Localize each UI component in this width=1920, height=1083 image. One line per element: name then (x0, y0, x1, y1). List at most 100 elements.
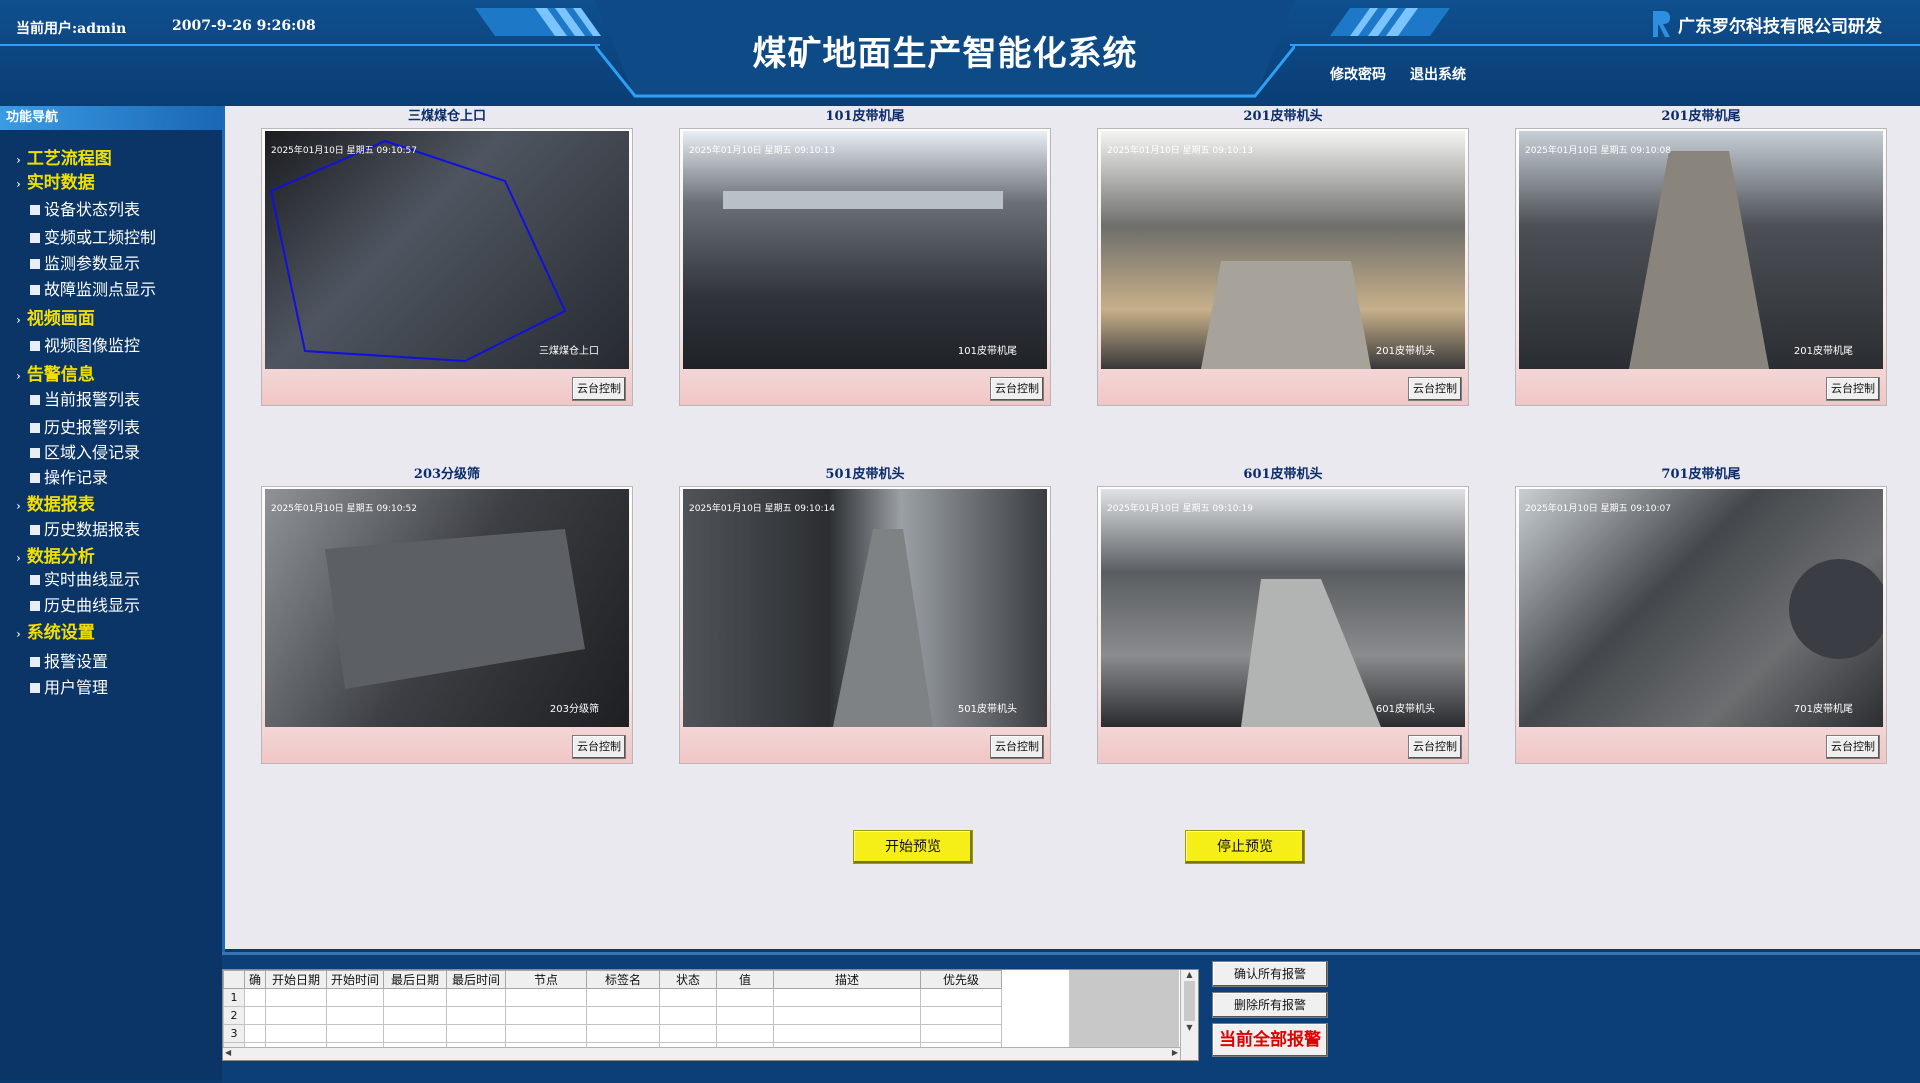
ptz-control-button[interactable]: 云台控制 (572, 377, 626, 401)
table-row[interactable]: 2 (223, 1006, 1002, 1025)
change-password-link[interactable]: 修改密码 (1330, 64, 1386, 84)
sidebar-item-1[interactable]: › 实时数据 (16, 168, 95, 193)
table-cell[interactable] (716, 1006, 774, 1025)
logout-link[interactable]: 退出系统 (1410, 64, 1466, 84)
sidebar-item-10[interactable]: 历史报警列表 (30, 414, 140, 438)
column-header[interactable]: 确 (244, 970, 266, 989)
sidebar-item-20[interactable]: 用户管理 (30, 674, 108, 698)
column-header[interactable]: 标签名 (586, 970, 660, 989)
table-cell[interactable] (244, 988, 266, 1007)
table-cell[interactable] (773, 1006, 921, 1025)
table-cell[interactable] (383, 1006, 447, 1025)
table-cell[interactable] (244, 1024, 266, 1043)
sidebar-item-2[interactable]: 设备状态列表 (30, 196, 140, 220)
start-preview-button[interactable]: 开始预览 (853, 830, 973, 864)
table-cell[interactable] (716, 1024, 774, 1043)
table-cell[interactable] (586, 1024, 660, 1043)
table-cell[interactable] (659, 1006, 717, 1025)
sidebar-item-9[interactable]: 当前报警列表 (30, 386, 140, 410)
table-cell[interactable] (326, 1006, 384, 1025)
sidebar-item-6[interactable]: › 视频画面 (16, 304, 95, 329)
scroll-left-arrow-icon[interactable]: ◀ (225, 1048, 231, 1057)
camera-video-feed[interactable]: 2025年01月10日 星期五 09:10:13 101皮带机尾 (683, 131, 1047, 369)
table-cell[interactable] (920, 1006, 1002, 1025)
sidebar-item-14[interactable]: 历史数据报表 (30, 516, 140, 540)
table-cell[interactable] (326, 988, 384, 1007)
current-all-alarms-button[interactable]: 当前全部报警 (1212, 1023, 1328, 1057)
sidebar-item-11[interactable]: 区域入侵记录 (30, 439, 140, 463)
ptz-control-button[interactable]: 云台控制 (1826, 735, 1880, 759)
alarm-table-horizontal-scrollbar[interactable]: ◀ ▶ (223, 1047, 1180, 1060)
table-cell[interactable] (244, 1006, 266, 1025)
sidebar-item-15[interactable]: › 数据分析 (16, 542, 95, 567)
camera-video-feed[interactable]: 2025年01月10日 星期五 09:10:13 201皮带机头 (1101, 131, 1465, 369)
column-header[interactable]: 描述 (773, 970, 921, 989)
ptz-control-button[interactable]: 云台控制 (572, 735, 626, 759)
table-cell[interactable] (505, 988, 587, 1007)
sidebar-item-8[interactable]: › 告警信息 (16, 360, 95, 385)
table-cell[interactable] (586, 988, 660, 1007)
camera-video-feed[interactable]: 2025年01月10日 星期五 09:10:08 201皮带机尾 (1519, 131, 1883, 369)
table-row[interactable]: 3 (223, 1024, 1002, 1043)
table-cell[interactable] (505, 1024, 587, 1043)
table-cell[interactable] (265, 988, 327, 1007)
sidebar-item-label: 数据分析 (26, 547, 95, 567)
table-cell[interactable] (773, 988, 921, 1007)
ptz-control-button[interactable]: 云台控制 (1408, 377, 1462, 401)
column-header[interactable]: 开始日期 (265, 970, 327, 989)
sidebar-item-13[interactable]: › 数据报表 (16, 490, 95, 515)
scroll-up-arrow-icon[interactable]: ▲ (1181, 970, 1198, 979)
scroll-down-arrow-icon[interactable]: ▼ (1181, 1023, 1198, 1032)
column-header[interactable]: 节点 (505, 970, 587, 989)
table-cell[interactable] (383, 1024, 447, 1043)
table-cell[interactable] (383, 988, 447, 1007)
sidebar-item-17[interactable]: 历史曲线显示 (30, 592, 140, 616)
sidebar-item-12[interactable]: 操作记录 (30, 464, 108, 488)
table-cell[interactable] (586, 1006, 660, 1025)
sidebar-item-4[interactable]: 监测参数显示 (30, 250, 140, 274)
table-cell[interactable] (659, 1024, 717, 1043)
column-header[interactable]: 开始时间 (326, 970, 384, 989)
camera-video-feed[interactable]: 2025年01月10日 星期五 09:10:19 601皮带机头 (1101, 489, 1465, 727)
ptz-control-button[interactable]: 云台控制 (1408, 735, 1462, 759)
sidebar-item-7[interactable]: 视频图像监控 (30, 332, 140, 356)
scroll-thumb[interactable] (1184, 981, 1195, 1021)
alarm-table-vertical-scrollbar[interactable]: ▲ ▼ (1180, 970, 1198, 1060)
ack-all-alarms-button[interactable]: 确认所有报警 (1212, 961, 1328, 987)
camera-video-feed[interactable]: 2025年01月10日 星期五 09:10:07 701皮带机尾 (1519, 489, 1883, 727)
stop-preview-button[interactable]: 停止预览 (1185, 830, 1305, 864)
table-row[interactable]: 1 (223, 988, 1002, 1007)
ptz-control-button[interactable]: 云台控制 (990, 735, 1044, 759)
table-cell[interactable] (265, 1006, 327, 1025)
table-cell[interactable] (659, 988, 717, 1007)
table-cell[interactable] (920, 1024, 1002, 1043)
ptz-control-button[interactable]: 云台控制 (990, 377, 1044, 401)
table-cell[interactable] (446, 988, 506, 1007)
table-cell[interactable] (920, 988, 1002, 1007)
table-cell[interactable] (716, 988, 774, 1007)
camera-video-feed[interactable]: 2025年01月10日 星期五 09:10:52 203分级筛 (265, 489, 629, 727)
table-cell[interactable] (505, 1006, 587, 1025)
column-header[interactable]: 最后时间 (446, 970, 506, 989)
sidebar-item-19[interactable]: 报警设置 (30, 648, 108, 672)
column-header[interactable]: 值 (716, 970, 774, 989)
camera-video-feed[interactable]: 2025年01月10日 星期五 09:10:14 501皮带机头 (683, 489, 1047, 727)
sidebar-item-5[interactable]: 故障监测点显示 (30, 276, 156, 300)
camera-video-feed[interactable]: 2025年01月10日 星期五 09:10:57 三煤煤仓上口 (265, 131, 629, 369)
column-header[interactable]: 最后日期 (383, 970, 447, 989)
delete-all-alarms-button[interactable]: 删除所有报警 (1212, 992, 1328, 1018)
column-header[interactable]: 优先级 (920, 970, 1002, 989)
table-cell[interactable] (326, 1024, 384, 1043)
sidebar-item-16[interactable]: 实时曲线显示 (30, 566, 140, 590)
table-cell[interactable] (265, 1024, 327, 1043)
sidebar-item-3[interactable]: 变频或工频控制 (30, 224, 156, 248)
scroll-right-arrow-icon[interactable]: ▶ (1172, 1048, 1178, 1057)
sidebar-item-0[interactable]: › 工艺流程图 (16, 144, 112, 169)
column-header[interactable]: 状态 (659, 970, 717, 989)
ptz-control-button[interactable]: 云台控制 (1826, 377, 1880, 401)
table-cell[interactable] (773, 1024, 921, 1043)
table-cell[interactable] (446, 1006, 506, 1025)
alarm-table[interactable]: 确开始日期开始时间最后日期最后时间节点标签名状态值描述优先级1234 ▲ ▼ ◀… (222, 969, 1199, 1061)
sidebar-item-18[interactable]: › 系统设置 (16, 618, 95, 643)
table-cell[interactable] (446, 1024, 506, 1043)
